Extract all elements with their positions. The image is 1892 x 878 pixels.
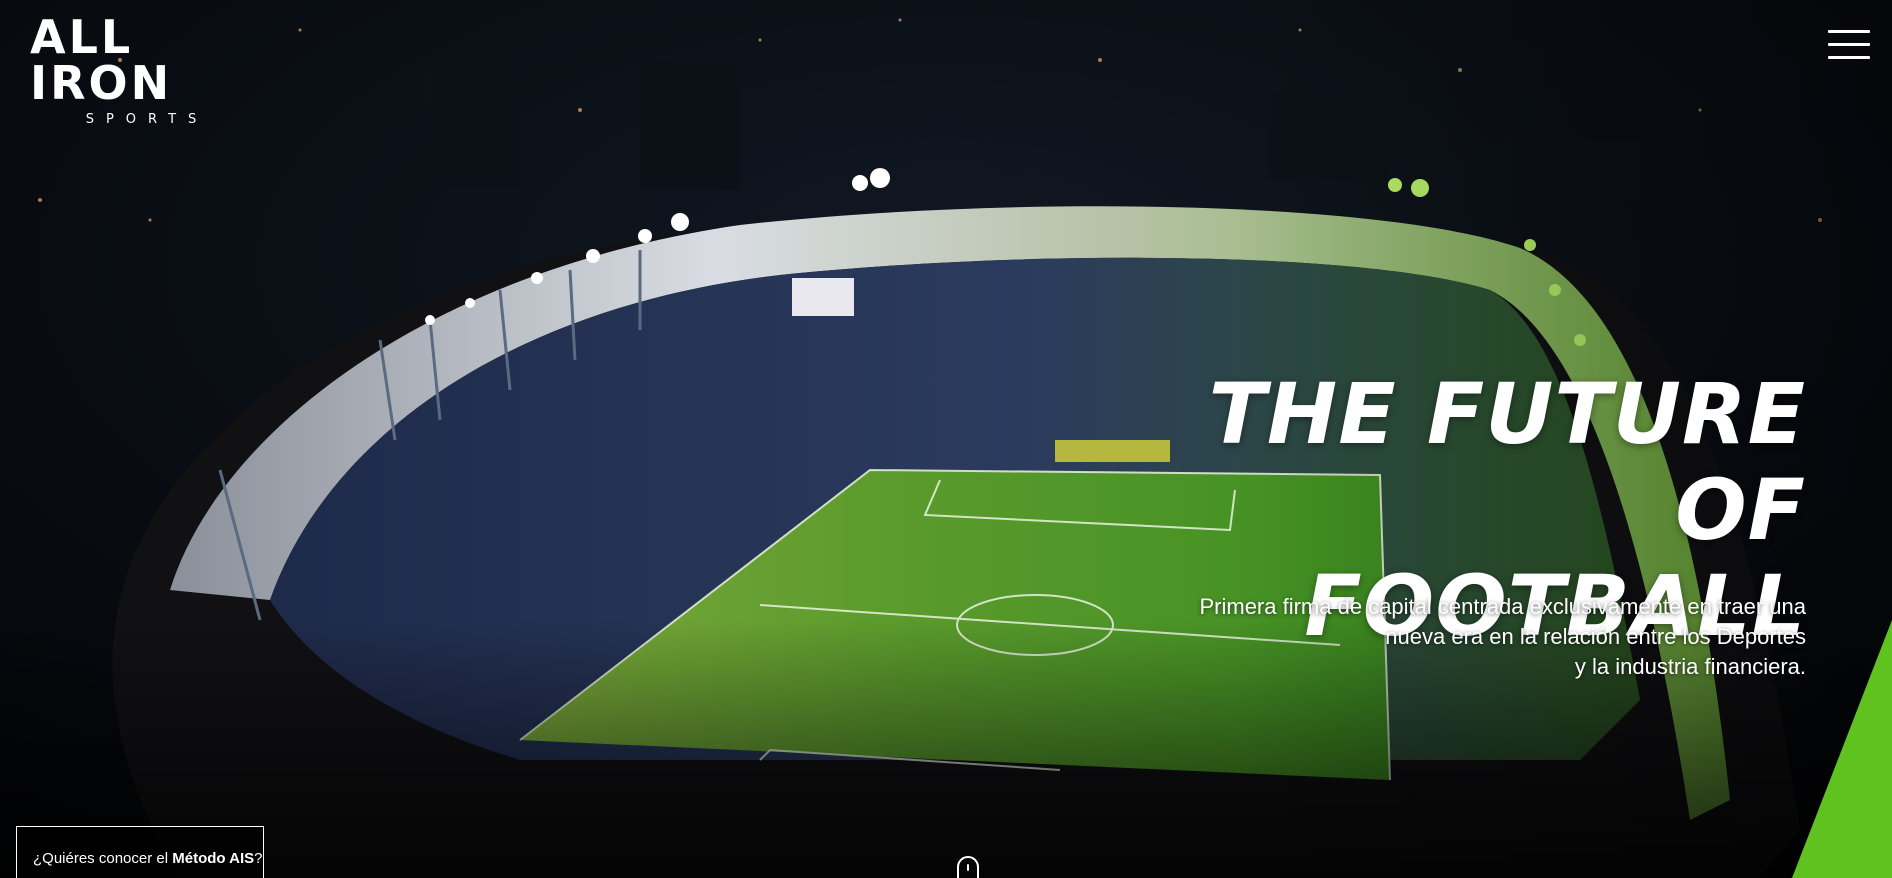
menu-bar-middle: [1828, 43, 1870, 46]
headline-line-1: THE FUTURE: [1208, 365, 1806, 463]
logo-wordmark: ALL IRON: [30, 10, 173, 110]
cta-prefix: ¿Quiéres conocer el: [33, 850, 173, 867]
cta-bold: Método AIS: [172, 850, 255, 867]
accent-wedge: [1792, 620, 1892, 878]
cta-suffix: ?: [254, 850, 263, 867]
description-line-2: nueva era en la relación entre los Depor…: [1385, 624, 1806, 649]
hero-description: Primera firma de capital centrada exclus…: [1166, 592, 1806, 682]
hamburger-menu-icon[interactable]: [1828, 30, 1870, 64]
menu-bar-top: [1828, 30, 1870, 33]
brand-logo[interactable]: ALL IRON SPORTS: [30, 14, 252, 127]
metodo-ais-button[interactable]: ¿Quiéres conocer el Método AIS?: [16, 826, 264, 878]
description-line-3: y la industria financiera.: [1574, 654, 1806, 679]
menu-bar-bottom: [1828, 56, 1870, 59]
logo-tagline: SPORTS: [85, 112, 209, 127]
scroll-mouse-icon[interactable]: [957, 856, 979, 878]
description-line-1: Primera firma de capital centrada exclus…: [1199, 594, 1806, 619]
